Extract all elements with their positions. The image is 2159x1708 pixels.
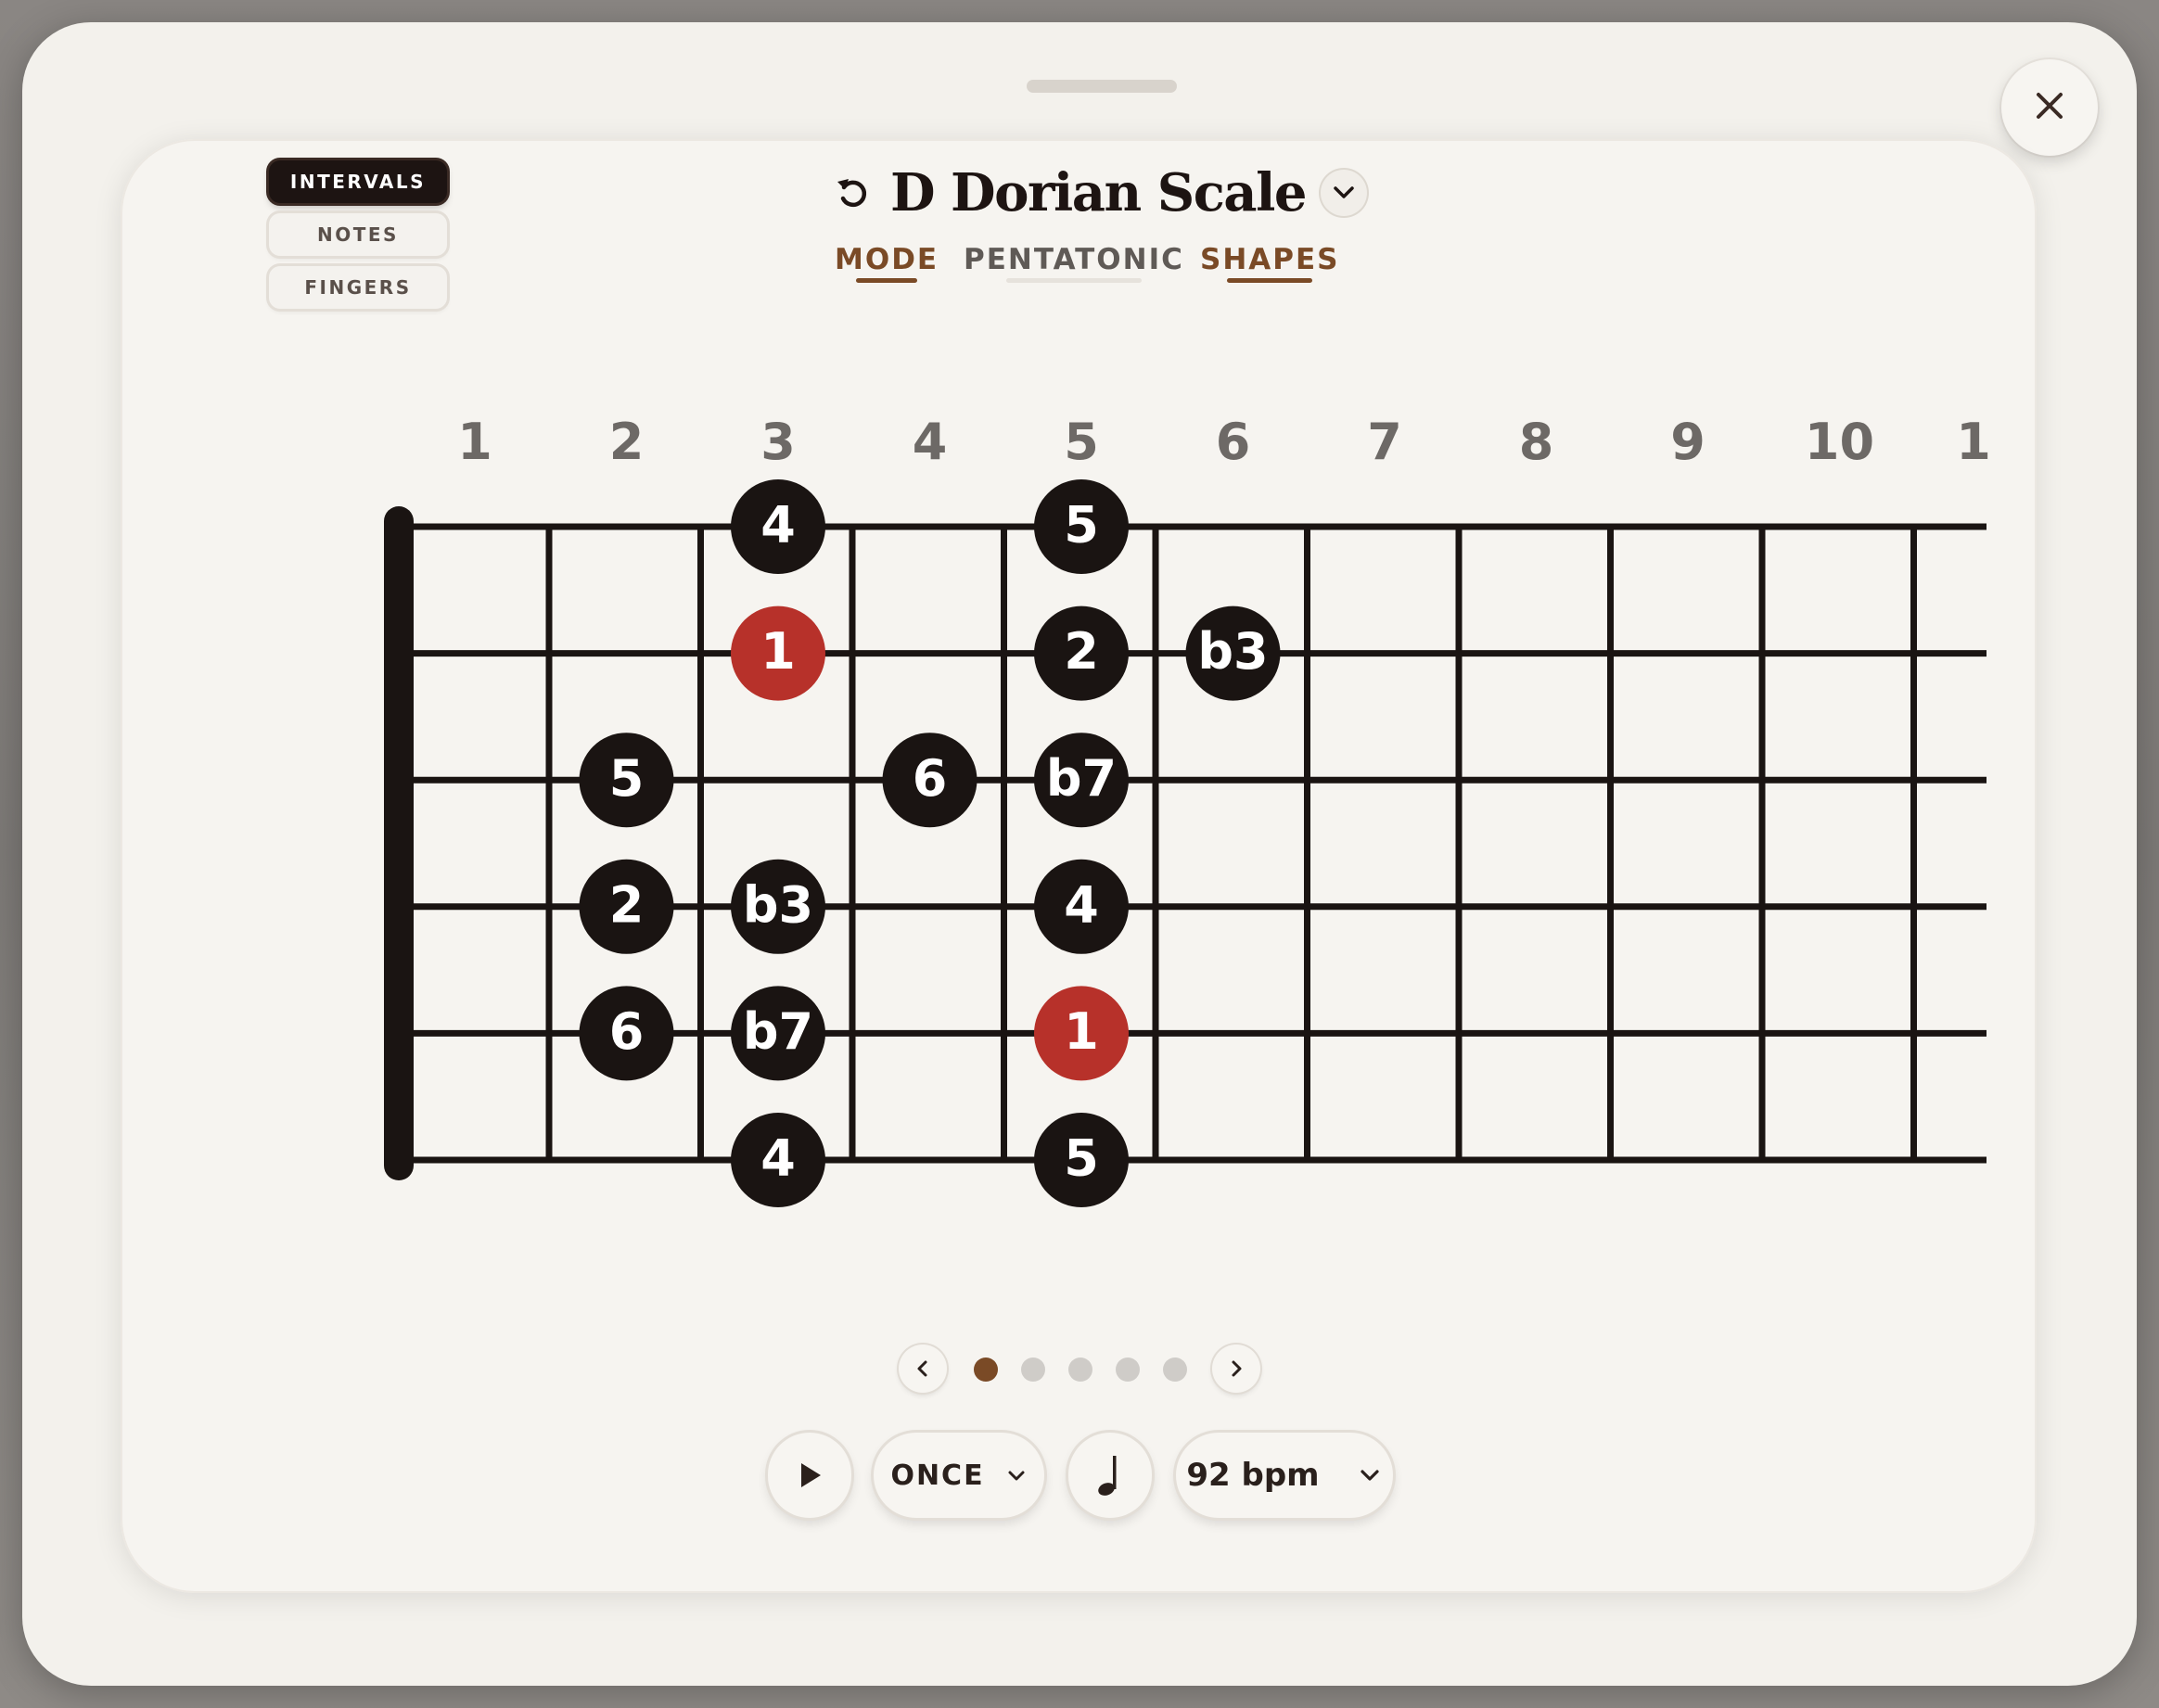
note-label: 4 bbox=[1064, 875, 1099, 934]
note-label: b7 bbox=[1046, 749, 1117, 808]
note-label: b7 bbox=[743, 1002, 813, 1061]
prev-shape-button[interactable] bbox=[899, 1345, 947, 1393]
note-marker[interactable]: 5 bbox=[1034, 479, 1129, 574]
note-label: 6 bbox=[609, 1002, 645, 1061]
note-label: 1 bbox=[1064, 1002, 1099, 1061]
note-marker[interactable]: 2 bbox=[579, 859, 674, 954]
pager-dot[interactable] bbox=[1021, 1357, 1045, 1382]
note-marker[interactable]: 2 bbox=[1034, 605, 1129, 701]
root-note-marker[interactable]: 1 bbox=[731, 605, 825, 701]
note-label: 2 bbox=[609, 875, 645, 934]
note-label: 5 bbox=[1064, 496, 1099, 554]
tempo-value: 92 bpm bbox=[1186, 1457, 1320, 1494]
note-marker[interactable]: 6 bbox=[579, 986, 674, 1081]
pager-dot[interactable] bbox=[1068, 1357, 1092, 1382]
note-label: 6 bbox=[913, 749, 948, 808]
note-marker[interactable]: 5 bbox=[579, 733, 674, 828]
note-label: 5 bbox=[609, 749, 645, 808]
note-label: 4 bbox=[760, 1129, 796, 1188]
root-note-marker[interactable]: 1 bbox=[1034, 986, 1129, 1081]
quarter-note-icon bbox=[1092, 1452, 1129, 1498]
play-icon bbox=[794, 1459, 825, 1491]
repeat-select[interactable]: ONCE bbox=[874, 1433, 1044, 1518]
chevron-down-icon bbox=[1005, 1464, 1028, 1486]
note-label: b3 bbox=[1197, 622, 1268, 681]
note-label: b3 bbox=[743, 875, 813, 934]
chevron-left-icon bbox=[912, 1357, 934, 1380]
next-shape-button[interactable] bbox=[1212, 1345, 1260, 1393]
metronome-button[interactable] bbox=[1068, 1433, 1152, 1518]
chevron-down-icon bbox=[1357, 1462, 1383, 1488]
note-label: 2 bbox=[1064, 622, 1099, 681]
note-marker[interactable]: 4 bbox=[1034, 859, 1129, 954]
note-marker[interactable]: b3 bbox=[1185, 605, 1281, 701]
play-button[interactable] bbox=[768, 1433, 851, 1518]
repeat-value: ONCE bbox=[890, 1459, 985, 1492]
note-marker[interactable]: 5 bbox=[1034, 1113, 1129, 1207]
note-label: 1 bbox=[760, 622, 796, 681]
tempo-select[interactable]: 92 bpm bbox=[1176, 1433, 1393, 1518]
note-marker[interactable]: 6 bbox=[882, 733, 977, 828]
note-marker[interactable]: b3 bbox=[731, 859, 825, 954]
note-marker[interactable]: b7 bbox=[1034, 733, 1129, 828]
chevron-right-icon bbox=[1225, 1357, 1247, 1380]
pager-dot[interactable] bbox=[974, 1357, 998, 1382]
note-marker[interactable]: b7 bbox=[731, 986, 825, 1081]
note-marker[interactable]: 4 bbox=[731, 1113, 825, 1207]
pager-dot[interactable] bbox=[1163, 1357, 1187, 1382]
note-marker[interactable]: 4 bbox=[731, 479, 825, 574]
note-label: 4 bbox=[760, 496, 796, 554]
note-label: 5 bbox=[1064, 1129, 1099, 1188]
pager-dot[interactable] bbox=[1116, 1357, 1140, 1382]
